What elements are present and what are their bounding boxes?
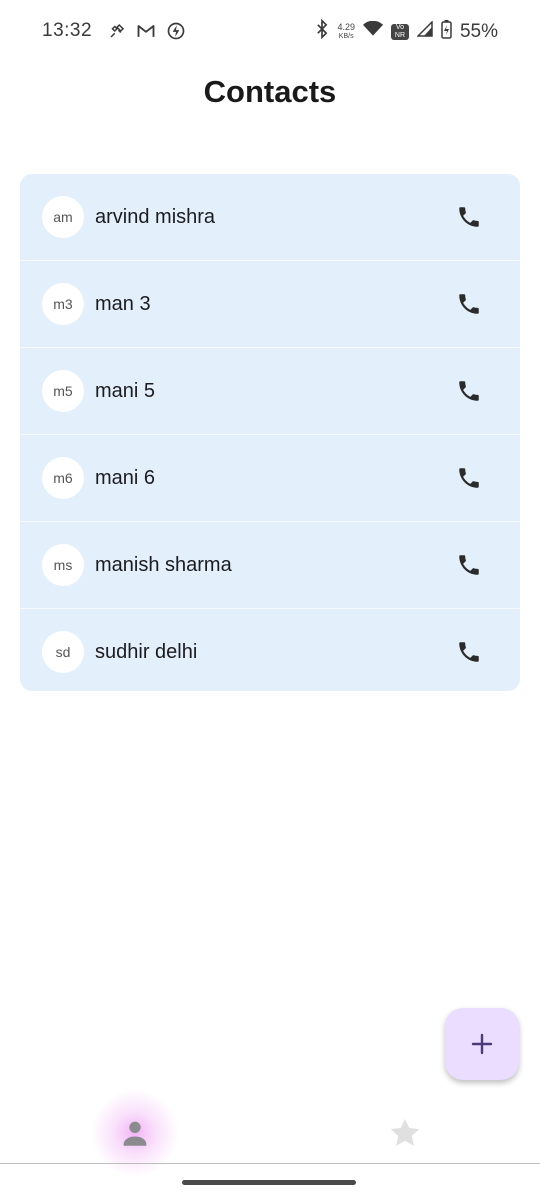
battery-icon: [441, 19, 452, 44]
avatar: m3: [42, 283, 84, 325]
avatar: sd: [42, 631, 84, 673]
phone-icon: [459, 555, 479, 575]
status-bar: 13:32 4.29 KB/s Vo NR 55%: [0, 0, 540, 62]
nav-item-favorites[interactable]: [375, 1110, 435, 1156]
volte-icon: Vo NR: [390, 23, 409, 40]
network-speed: 4.29 KB/s: [337, 21, 355, 41]
call-button[interactable]: [454, 550, 484, 580]
contact-name: man 3: [95, 292, 151, 315]
gmail-icon: [136, 22, 156, 45]
bottom-navigation: [0, 1090, 540, 1196]
call-button[interactable]: [454, 289, 484, 319]
avatar: m6: [42, 457, 84, 499]
speed-unit: KB/s: [338, 32, 354, 40]
battery-percentage: 55%: [459, 20, 498, 42]
phone-icon: [459, 207, 479, 227]
bluetooth-icon: [315, 18, 329, 44]
contact-name: mani 5: [95, 379, 156, 402]
call-button[interactable]: [454, 202, 484, 232]
star-icon: [390, 1118, 420, 1146]
phone-icon: [459, 468, 479, 488]
phone-icon: [459, 381, 479, 401]
contact-row[interactable]: m6 mani 6: [20, 435, 520, 522]
power-saver-icon: [166, 21, 186, 46]
contact-name: sudhir delhi: [95, 640, 198, 663]
avatar: am: [42, 196, 84, 238]
wifi-icon: [362, 20, 383, 42]
plus-icon: [471, 1033, 493, 1055]
avatar: m5: [42, 370, 84, 412]
page-title: Contacts: [203, 74, 337, 109]
satellite-icon: [108, 22, 126, 45]
contact-name: manish sharma: [95, 553, 232, 576]
avatar: ms: [42, 544, 84, 586]
signal-icon: [416, 20, 433, 42]
home-indicator[interactable]: [182, 1180, 356, 1185]
contact-row[interactable]: ms manish sharma: [20, 522, 520, 609]
nav-divider: [0, 1163, 540, 1164]
phone-icon: [459, 642, 479, 662]
contact-name: mani 6: [95, 466, 156, 489]
call-button[interactable]: [454, 376, 484, 406]
contact-row[interactable]: sd sudhir delhi: [20, 609, 520, 691]
person-icon: [123, 1121, 147, 1146]
volte-line1: Vo: [395, 23, 405, 31]
phone-icon: [459, 294, 479, 314]
status-time: 13:32: [42, 20, 93, 41]
contact-row[interactable]: m3 man 3: [20, 261, 520, 348]
status-system-icons: 4.29 KB/s Vo NR 55%: [315, 18, 498, 44]
call-button[interactable]: [454, 637, 484, 667]
volte-line2: NR: [394, 31, 406, 39]
contact-name: arvind mishra: [95, 205, 216, 228]
contact-list: am arvind mishra m3 man 3 m5 mani 5 m6 m…: [20, 174, 520, 691]
contact-row[interactable]: m5 mani 5: [20, 348, 520, 435]
speed-value: 4.29: [337, 21, 355, 32]
add-contact-button[interactable]: [445, 1008, 519, 1080]
contact-row[interactable]: am arvind mishra: [20, 174, 520, 261]
call-button[interactable]: [454, 463, 484, 493]
status-notification-icons: [108, 21, 186, 46]
